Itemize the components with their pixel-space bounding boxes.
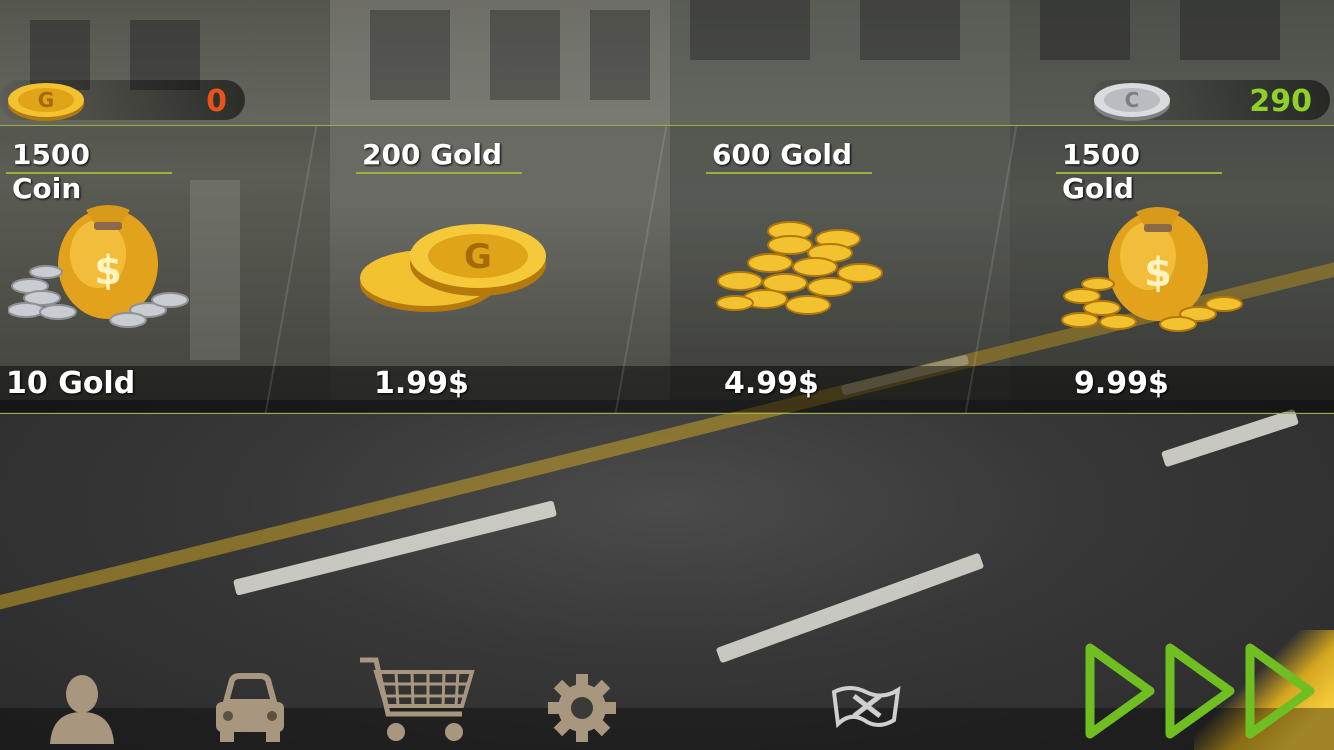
- shop-item-price: 1.99$: [374, 366, 469, 401]
- triple-play-icon: [1085, 643, 1315, 739]
- gold-balance-value: 0: [206, 84, 227, 119]
- shop-item-1500-gold[interactable]: 1500 Gold $ 9.99$: [1050, 126, 1334, 413]
- svg-text:C: C: [1125, 88, 1140, 112]
- shopping-cart-icon: [360, 657, 475, 741]
- nav-leaderboard-button[interactable]: [830, 680, 902, 734]
- svg-text:G: G: [38, 88, 54, 112]
- shop-item-200-gold[interactable]: 200 Gold G 1.99$: [350, 126, 700, 413]
- nav-settings-button[interactable]: [546, 672, 618, 748]
- svg-text:$: $: [94, 248, 122, 294]
- shop-item-1500-coin[interactable]: 1500 Coin $ 10 Gold: [0, 126, 350, 413]
- gold-balance-bar: G 0: [0, 80, 245, 121]
- gold-coin-icon: G: [8, 83, 84, 121]
- money-bag-gold-icon: $: [1061, 207, 1243, 332]
- shop-item-price: 10 Gold: [6, 366, 136, 401]
- coin-balance-bar: C 290: [1090, 80, 1330, 121]
- flag-icon: [831, 686, 901, 729]
- shop-item-title: 200 Gold: [356, 138, 522, 174]
- shop-item-title: 1500 Gold: [1056, 138, 1222, 205]
- gear-icon: [548, 674, 616, 742]
- svg-text:G: G: [464, 237, 492, 277]
- money-bag-silver-icon: $: [8, 205, 189, 328]
- nav-garage-button[interactable]: [212, 672, 288, 748]
- person-icon: [50, 675, 114, 744]
- shop-item-title: 1500 Coin: [6, 138, 172, 205]
- gold-coins-pair-icon: G: [360, 224, 546, 312]
- shop-item-price: 9.99$: [1074, 366, 1169, 401]
- shop-panel: 1500 Coin $ 10 Gold 200 Gold G 1.99$ 600…: [0, 125, 1334, 414]
- gold-coin-pile-icon: [716, 221, 883, 315]
- car-icon: [216, 673, 284, 742]
- nav-play-button[interactable]: [1082, 642, 1322, 744]
- silver-coin-icon: C: [1094, 83, 1170, 121]
- nav-profile-button[interactable]: [46, 672, 118, 748]
- shop-item-price: 4.99$: [724, 366, 819, 401]
- shop-item-title: 600 Gold: [706, 138, 872, 174]
- shop-item-600-gold[interactable]: 600 Gold 4.99$: [700, 126, 1050, 413]
- nav-shop-button[interactable]: [358, 656, 476, 750]
- svg-text:$: $: [1144, 250, 1172, 296]
- coin-balance-value: 290: [1249, 84, 1312, 119]
